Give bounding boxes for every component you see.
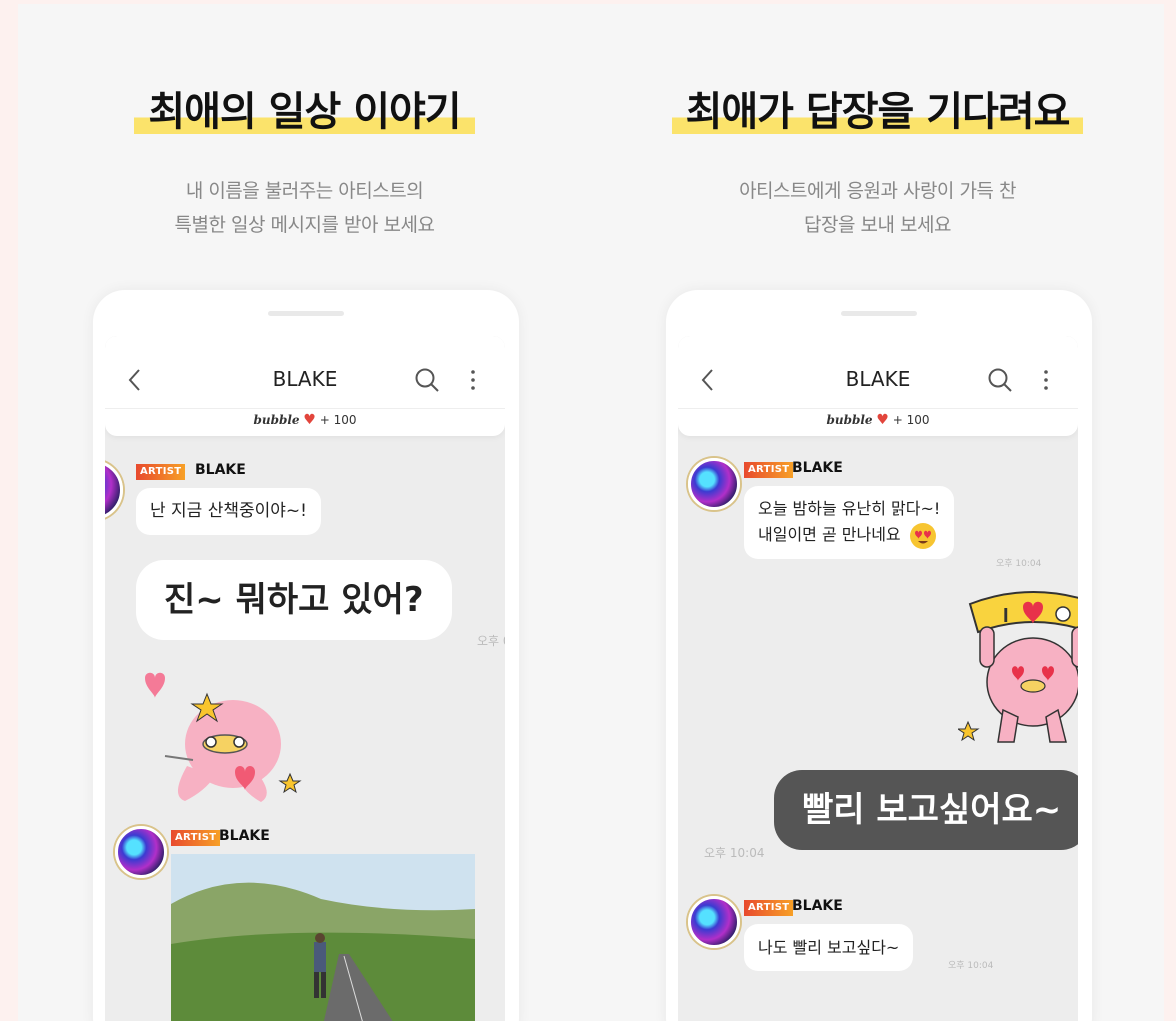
artist-avatar[interactable] xyxy=(105,460,123,520)
artist-badge: ARTIST xyxy=(171,830,221,846)
message-line2-text: 내일이면 곧 만나네요 xyxy=(758,525,901,544)
artist-avatar[interactable] xyxy=(688,458,740,510)
heart-icon: ♥ xyxy=(876,412,889,428)
message-time: 오후 05:30 xyxy=(477,634,505,648)
phone-speaker xyxy=(268,311,344,316)
more-icon[interactable] xyxy=(1040,366,1052,394)
left-subtitle-line1: 내 이름을 불러주는 아티스트의 xyxy=(185,180,424,202)
bubble-counter: bubble ♥ + 100 xyxy=(105,412,505,428)
sender-name: BLAKE xyxy=(792,460,843,476)
landscape-image xyxy=(171,854,475,1021)
left-subtitle: 내 이름을 불러주는 아티스트의 특별한 일상 메시지를 받아 보세요 xyxy=(18,174,591,242)
artist-avatar[interactable] xyxy=(115,826,167,878)
promo-canvas: 최애의 일상 이야기 내 이름을 불러주는 아티스트의 특별한 일상 메시지를 … xyxy=(18,4,1164,1021)
chat-screen: BLAKE bubble ♥ + 100 xyxy=(105,336,505,1021)
bubble-logo: bubble xyxy=(826,413,873,427)
chat-header: BLAKE bubble ♥ + 100 xyxy=(105,336,505,436)
message-line2: 내일이면 곧 만나네요 xyxy=(758,522,940,549)
heart-icon: ♥ xyxy=(303,412,316,428)
artist-badge: ARTIST xyxy=(744,900,794,916)
artist-avatar[interactable] xyxy=(688,896,740,948)
bubble-logo: bubble xyxy=(253,413,300,427)
right-headline-text: 최애가 답장을 기다려요 xyxy=(671,90,1084,134)
heart-icon xyxy=(145,672,165,698)
chat-screen: BLAKE bubble ♥ + 100 xyxy=(678,336,1078,1021)
left-subtitle-line2: 특별한 일상 메시지를 받아 보세요 xyxy=(174,214,435,236)
message-time: 오후 10:04 xyxy=(996,559,1042,569)
phone-speaker xyxy=(841,311,917,316)
bubble-count: + 100 xyxy=(319,413,357,427)
message-time: 오후 10:04 xyxy=(704,846,765,860)
bubble-counter: bubble ♥ + 100 xyxy=(678,412,1078,428)
message-line1: 오늘 밤하늘 유난히 맑다~! xyxy=(758,499,941,518)
left-panel: 최애의 일상 이야기 내 이름을 불러주는 아티스트의 특별한 일상 메시지를 … xyxy=(18,4,591,1021)
sender-name: BLAKE xyxy=(792,898,843,914)
message-time: 오후 10:04 xyxy=(948,961,994,971)
more-icon[interactable] xyxy=(467,366,479,394)
chat-message-big: 진~ 뭐하고 있어? xyxy=(136,560,452,640)
search-icon[interactable] xyxy=(413,366,441,394)
right-panel: 최애가 답장을 기다려요 아티스트에게 응원과 사랑이 가득 찬 답장을 보내 … xyxy=(591,4,1164,1021)
heart-eyes-emoji-icon xyxy=(909,522,936,549)
my-message-big: 빨리 보고싶어요~ xyxy=(774,770,1078,850)
artist-badge: ARTIST xyxy=(136,464,186,480)
search-icon[interactable] xyxy=(986,366,1014,394)
left-headline: 최애의 일상 이야기 xyxy=(18,90,591,134)
right-subtitle-line1: 아티스트에게 응원과 사랑이 가득 찬 xyxy=(739,180,1016,202)
header-divider xyxy=(105,408,505,409)
left-phone-mockup: BLAKE bubble ♥ + 100 ARTIST BLAKE 난 지금 산… xyxy=(93,290,519,1021)
octopus-sticker xyxy=(145,672,302,802)
right-subtitle: 아티스트에게 응원과 사랑이 가득 찬 답장을 보내 보세요 xyxy=(591,174,1164,242)
right-phone-mockup: BLAKE bubble ♥ + 100 ARTIST BLAKE 오늘 밤하늘… xyxy=(666,290,1092,1021)
right-subtitle-line2: 답장을 보내 보세요 xyxy=(804,214,951,236)
chat-header: BLAKE bubble ♥ + 100 xyxy=(678,336,1078,436)
bubble-count: + 100 xyxy=(892,413,930,427)
chat-title: BLAKE xyxy=(272,367,338,391)
chat-title: BLAKE xyxy=(845,367,911,391)
shared-photo[interactable] xyxy=(171,854,475,1021)
octopus-sign-sticker: I xyxy=(958,591,1078,743)
sender-name: BLAKE xyxy=(195,462,246,478)
header-divider xyxy=(678,408,1078,409)
chat-message: 난 지금 산책중이야~! xyxy=(136,488,321,535)
star-icon xyxy=(278,772,302,794)
chat-message: 나도 빨리 보고싶다~ xyxy=(744,924,914,971)
left-headline-text: 최애의 일상 이야기 xyxy=(134,90,475,134)
sender-name: BLAKE xyxy=(219,828,270,844)
chat-message: 오늘 밤하늘 유난히 맑다~! 내일이면 곧 만나네요 xyxy=(744,486,955,559)
right-headline: 최애가 답장을 기다려요 xyxy=(591,90,1164,134)
sign-text: I xyxy=(1003,605,1009,627)
star-icon xyxy=(958,720,980,742)
artist-badge: ARTIST xyxy=(744,462,794,478)
